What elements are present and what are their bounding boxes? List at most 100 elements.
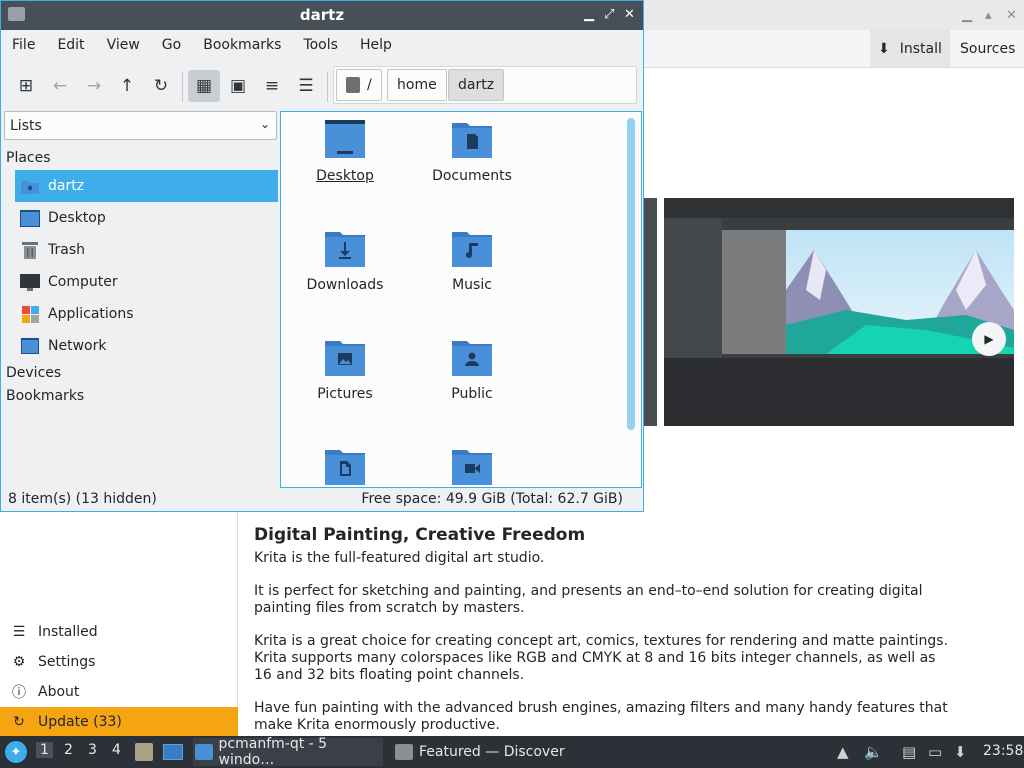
place-network[interactable]: Network: [15, 330, 278, 362]
file-manager-window: dartz ▁ ⤢ ✕ File Edit View Go Bookmarks …: [0, 0, 644, 512]
sources-button[interactable]: Sources: [952, 30, 1023, 67]
minimize-icon[interactable]: ▁: [962, 8, 972, 23]
place-applications[interactable]: Applications: [15, 298, 278, 330]
public-folder-icon: [452, 338, 492, 376]
file-item-videos[interactable]: [412, 447, 532, 487]
task-file-manager[interactable]: pcmanfm-qt - 5 windo…: [193, 736, 383, 768]
arrow-up-icon: ↑: [119, 76, 135, 96]
workspace-3[interactable]: 3: [88, 742, 97, 758]
file-item-downloads[interactable]: Downloads: [285, 229, 405, 293]
videos-folder-icon: [452, 447, 492, 485]
workspace-1[interactable]: 1: [36, 742, 53, 758]
tray-arrow-icon[interactable]: ▲: [837, 743, 849, 761]
install-button[interactable]: ⬇ Install: [870, 30, 950, 67]
workspace-4[interactable]: 4: [112, 742, 121, 758]
folder-icon: [195, 744, 213, 760]
vertical-scrollbar[interactable]: [627, 118, 635, 430]
task-label: Featured — Discover: [419, 744, 565, 760]
computer-icon: [20, 273, 40, 291]
clipboard-icon[interactable]: ▤: [902, 743, 916, 761]
icon-view-button[interactable]: ▦: [188, 70, 220, 102]
reload-icon: ↻: [153, 76, 169, 96]
documents-folder-icon: [452, 120, 492, 158]
close-icon[interactable]: ✕: [624, 7, 635, 22]
chevron-right-icon: ▶: [984, 332, 994, 346]
nav-update[interactable]: ↻ Update (33): [0, 707, 238, 737]
menu-help[interactable]: Help: [349, 37, 403, 53]
back-button[interactable]: ←: [44, 70, 76, 102]
thumbnail-view-button[interactable]: ▣: [222, 70, 254, 102]
previous-screenshot-thumbnail[interactable]: [644, 198, 657, 426]
discover-sidebar: ☰ Installed ⚙ Settings ⓘ About ↻ Update …: [0, 512, 238, 737]
place-computer[interactable]: Computer: [15, 266, 278, 298]
up-button[interactable]: ↑: [111, 70, 143, 102]
menu-tools[interactable]: Tools: [292, 37, 349, 53]
file-item-public[interactable]: Public: [412, 338, 532, 402]
file-label: Music: [452, 277, 492, 293]
close-icon[interactable]: ✕: [1006, 8, 1017, 23]
app-screenshot[interactable]: [664, 198, 1014, 426]
place-dartz[interactable]: dartz: [15, 170, 278, 202]
description-paragraph: It is perfect for sketching and painting…: [254, 583, 923, 616]
place-label: Trash: [48, 242, 85, 258]
applications-icon: [20, 305, 40, 323]
description-paragraph: Have fun painting with the advanced brus…: [254, 700, 948, 733]
place-trash[interactable]: Trash: [15, 234, 278, 266]
place-label: Applications: [48, 306, 134, 322]
place-desktop[interactable]: Desktop: [15, 202, 278, 234]
maximize-icon[interactable]: ⤢: [604, 7, 614, 22]
download-icon: ⬇: [878, 40, 890, 57]
path-bar: / home dartz: [333, 66, 637, 104]
start-menu-button[interactable]: ✦: [5, 741, 27, 763]
menu-go[interactable]: Go: [151, 37, 192, 53]
reload-button[interactable]: ↻: [145, 70, 177, 102]
volume-icon[interactable]: 🔈: [864, 743, 883, 761]
place-label: Network: [48, 338, 107, 354]
nav-settings[interactable]: ⚙ Settings: [0, 647, 238, 677]
detailed-view-button[interactable]: ☰: [290, 70, 322, 102]
forward-button[interactable]: →: [78, 70, 110, 102]
path-root-button[interactable]: /: [336, 69, 382, 101]
compact-view-button[interactable]: ≡: [256, 70, 288, 102]
window-title: dartz: [299, 6, 345, 24]
nav-installed[interactable]: ☰ Installed: [0, 617, 238, 647]
file-item-music[interactable]: Music: [412, 229, 532, 293]
menu-edit[interactable]: Edit: [46, 37, 95, 53]
image-icon: ▣: [229, 76, 247, 96]
file-view[interactable]: Desktop Documents Downloads Music Pictur…: [280, 111, 642, 488]
update-icon: ↻: [13, 714, 25, 730]
place-label: Desktop: [48, 210, 106, 226]
places-heading[interactable]: Places: [6, 150, 51, 166]
devices-heading[interactable]: Devices: [6, 365, 61, 381]
bookmarks-heading[interactable]: Bookmarks: [6, 388, 84, 404]
nav-label: Update (33): [38, 714, 122, 730]
toolbar-separator: [182, 72, 183, 102]
window-titlebar: dartz ▁ ⤢ ✕: [1, 1, 643, 30]
nav-about[interactable]: ⓘ About: [0, 677, 238, 707]
file-manager-launcher[interactable]: [135, 743, 153, 761]
path-crumb-dartz[interactable]: dartz: [448, 69, 505, 101]
downloads-folder-icon: [325, 229, 365, 267]
nav-label: About: [38, 684, 80, 700]
side-pane-mode-select[interactable]: Lists ⌄: [4, 111, 277, 140]
next-screenshot-button[interactable]: ▶: [972, 322, 1006, 356]
menu-bookmarks[interactable]: Bookmarks: [192, 37, 292, 53]
workspace-2[interactable]: 2: [64, 742, 73, 758]
file-item-pictures[interactable]: Pictures: [285, 338, 405, 402]
maximize-icon[interactable]: ▴: [985, 8, 992, 23]
show-desktop-button[interactable]: [163, 744, 183, 760]
file-label: Documents: [432, 168, 512, 184]
task-discover[interactable]: Featured — Discover: [393, 738, 565, 766]
minimize-icon[interactable]: ▁: [584, 7, 594, 22]
clock[interactable]: 23:58: [983, 743, 1023, 759]
network-tray-icon[interactable]: ▭: [928, 743, 942, 761]
updates-tray-icon[interactable]: ⬇: [954, 743, 967, 761]
menu-view[interactable]: View: [96, 37, 151, 53]
path-crumb-home[interactable]: home: [387, 69, 447, 101]
new-tab-button[interactable]: ⊞: [10, 70, 42, 102]
file-item-desktop[interactable]: Desktop: [285, 120, 405, 184]
file-item-templates[interactable]: [285, 447, 405, 487]
file-item-documents[interactable]: Documents: [412, 120, 532, 184]
info-icon: ⓘ: [12, 685, 26, 701]
menu-file[interactable]: File: [1, 37, 46, 53]
